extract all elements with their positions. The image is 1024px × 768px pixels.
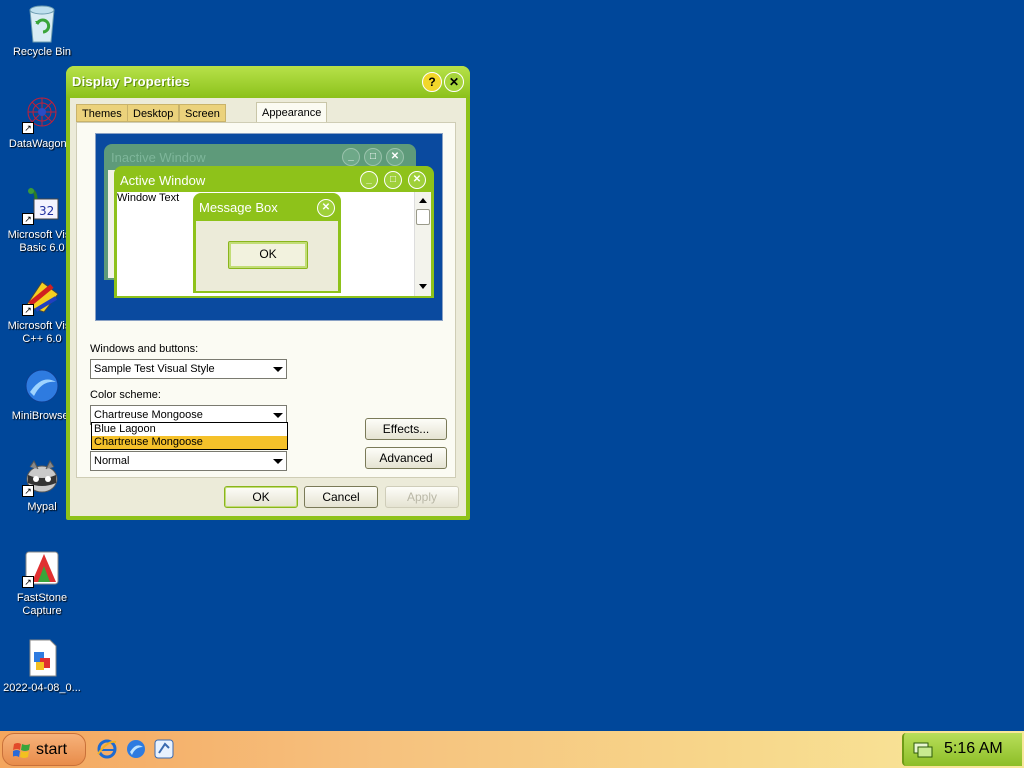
label: Advanced	[379, 451, 433, 465]
glyph: □	[369, 151, 377, 162]
label: OK	[259, 247, 277, 261]
close-icon: ✕	[448, 75, 460, 89]
preview-active-maximize-icon: □	[384, 171, 402, 189]
preview-message-body: OK	[196, 221, 338, 291]
label: Apply	[406, 490, 438, 504]
shortcut-arrow-icon: ↗	[22, 122, 34, 134]
preview-active-close-icon: ✕	[408, 171, 426, 189]
shortcut-arrow-icon: ↗	[22, 576, 34, 588]
scroll-down-arrow-icon	[419, 284, 427, 289]
chevron-down-icon	[273, 367, 283, 372]
tab-label: Themes	[82, 108, 122, 120]
glyph: ✕	[321, 202, 331, 213]
preview-inactive-close-icon: ✕	[386, 148, 404, 166]
color-scheme-dropdown: Blue Lagoon Chartreuse Mongoose	[91, 422, 288, 450]
visual-cpp-icon: ↗	[22, 276, 62, 316]
preview-message-title: Message Box	[199, 200, 278, 215]
apply-button[interactable]: Apply	[385, 486, 459, 508]
desktop-icon-label-line2: Capture	[22, 605, 62, 617]
preview-active-title: Active Window	[120, 173, 206, 188]
label: Cancel	[322, 490, 360, 504]
datawagon-icon: ↗	[22, 94, 62, 134]
preview-inactive-minimize-icon: _	[342, 148, 360, 166]
appearance-preview: Inactive Window _ □ ✕ Active Window _ □ …	[95, 133, 443, 321]
effects-button[interactable]: Effects...	[365, 418, 447, 440]
mypal-icon: ↗	[22, 457, 62, 497]
ok-button[interactable]: OK	[224, 486, 298, 508]
glyph: ✕	[390, 151, 400, 162]
windows-buttons-value: Sample Test Visual Style	[94, 363, 215, 375]
shortcut-arrow-icon: ↗	[22, 304, 34, 316]
start-label: start	[36, 741, 68, 758]
help-icon: ?	[428, 75, 436, 89]
desktop-icon-label: Recycle Bin	[12, 46, 72, 58]
scroll-up-arrow-icon	[419, 198, 427, 203]
windows-flag-icon	[13, 743, 30, 758]
desktop-icon-faststone-capture[interactable]: ↗ FastStone Capture	[0, 548, 84, 618]
dialog-titlebar[interactable]: Display Properties ? ✕	[66, 66, 470, 98]
help-button[interactable]: ?	[422, 72, 442, 92]
appearance-panel: Inactive Window _ □ ✕ Active Window _ □ …	[76, 122, 456, 478]
display-properties-dialog: Display Properties ? ✕ Themes Desktop Sc…	[66, 66, 470, 520]
visual-basic-icon: 32 ↗	[22, 185, 62, 225]
preview-scrollbar	[414, 192, 431, 296]
glyph: _	[348, 151, 354, 162]
preview-inactive-maximize-icon: □	[364, 148, 382, 166]
windows-buttons-select[interactable]: Sample Test Visual Style	[90, 359, 287, 379]
clock[interactable]: 5:16 AM	[944, 740, 1003, 758]
font-size-value: Normal	[94, 455, 130, 467]
scroll-thumb	[416, 209, 430, 225]
network-tray-icon[interactable]	[912, 739, 934, 759]
glyph: ✕	[412, 174, 422, 185]
preview-message-close-icon: ✕	[317, 199, 335, 217]
tab-desktop[interactable]: Desktop	[127, 104, 180, 122]
tab-screen-saver[interactable]: Screen Saver	[179, 104, 226, 138]
color-scheme-option-selected[interactable]: Chartreuse Mongoose	[92, 436, 287, 449]
preview-window-text: Window Text	[117, 192, 180, 204]
shortcut-arrow-icon: ↗	[22, 213, 34, 225]
svg-text:32: 32	[39, 204, 54, 218]
system-tray: 5:16 AM	[902, 733, 1022, 766]
dialog-client-area: Themes Desktop Screen Saver Appearance I…	[70, 98, 466, 516]
chevron-down-icon	[273, 413, 283, 418]
preview-ok-button: OK	[228, 241, 308, 269]
desktop-icon-label-line1: FastStone	[16, 592, 68, 604]
color-scheme-value: Chartreuse Mongoose	[94, 409, 203, 421]
windows-buttons-label: Windows and buttons:	[90, 343, 199, 355]
desktop-icon-recycle-bin[interactable]: Recycle Bin	[0, 2, 84, 59]
advanced-button[interactable]: Advanced	[365, 447, 447, 469]
start-button[interactable]: start	[2, 733, 86, 766]
recycle-bin-icon	[22, 2, 62, 43]
tab-label: Desktop	[133, 108, 174, 120]
label: OK	[252, 490, 270, 504]
internet-explorer-icon[interactable]	[96, 738, 118, 760]
cancel-button[interactable]: Cancel	[304, 486, 378, 508]
media-icon[interactable]	[153, 738, 175, 760]
glyph: □	[389, 174, 397, 185]
shortcut-arrow-icon: ↗	[22, 485, 34, 497]
color-scheme-label: Color scheme:	[90, 389, 161, 401]
preview-active-minimize-icon: _	[360, 171, 378, 189]
browser-icon[interactable]	[125, 738, 147, 760]
chevron-down-icon	[273, 459, 283, 464]
preview-inactive-title: Inactive Window	[111, 150, 206, 165]
dialog-title: Display Properties	[72, 74, 190, 89]
font-size-select[interactable]: Normal	[90, 451, 287, 471]
tab-themes[interactable]: Themes	[76, 104, 128, 122]
taskbar: start 5:16 AM	[0, 731, 1024, 768]
glyph: _	[366, 174, 372, 185]
close-button[interactable]: ✕	[444, 72, 464, 92]
desktop-icon-image-file[interactable]: 2022-04-08_0...	[0, 638, 84, 695]
desktop-icon-label: 2022-04-08_0...	[3, 682, 81, 694]
color-scheme-option[interactable]: Blue Lagoon	[92, 423, 287, 436]
minibrowser-icon	[22, 366, 62, 406]
tab-appearance[interactable]: Appearance	[256, 102, 328, 124]
preview-message-box: Message Box ✕ OK	[193, 193, 341, 293]
image-file-icon	[22, 638, 62, 678]
tab-label: Appearance	[262, 107, 322, 119]
label: Effects...	[382, 422, 430, 436]
faststone-capture-icon: ↗	[22, 548, 62, 588]
